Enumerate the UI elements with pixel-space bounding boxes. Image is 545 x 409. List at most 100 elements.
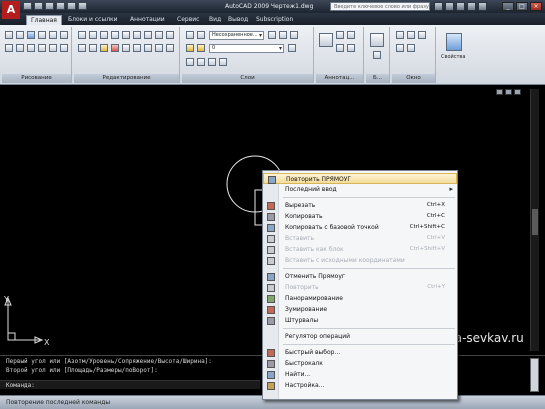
- stretch-icon[interactable]: [155, 31, 163, 39]
- plot-icon[interactable]: [78, 2, 87, 10]
- arc-icon[interactable]: [38, 31, 46, 39]
- menu-item[interactable]: Копировать Ctrl+C: [263, 211, 457, 222]
- menu-item[interactable]: Зумирование: [263, 304, 457, 315]
- dimension-icon[interactable]: [336, 31, 344, 39]
- menu-item[interactable]: Найти...: [263, 369, 457, 380]
- line-icon[interactable]: [5, 31, 13, 39]
- polyline-icon[interactable]: [16, 31, 24, 39]
- draw-panel-title[interactable]: Рисование: [2, 74, 71, 83]
- vertical-scrollbar[interactable]: [530, 89, 539, 351]
- command-scrollbar[interactable]: [530, 358, 539, 392]
- lock-icon[interactable]: [396, 44, 404, 52]
- chamfer-icon[interactable]: [155, 44, 163, 52]
- menu-item[interactable]: Вырезать Ctrl+X: [263, 200, 457, 211]
- menu-item[interactable]: Повторить ПРЯМОУГ: [263, 173, 457, 184]
- viewport-close-icon[interactable]: [514, 89, 521, 95]
- layer-dropdown[interactable]: 0: [209, 44, 284, 53]
- multiline-text-icon[interactable]: [319, 33, 333, 47]
- trim-icon[interactable]: [78, 44, 86, 52]
- open-icon[interactable]: [34, 2, 43, 10]
- tab-annotate[interactable]: Аннотации: [126, 15, 169, 25]
- layers-panel-title[interactable]: Слои: [182, 74, 313, 83]
- tab-tools[interactable]: Сервис: [173, 15, 203, 25]
- text-icon[interactable]: [60, 44, 68, 52]
- command-input[interactable]: Команда:: [0, 380, 260, 389]
- circle-icon[interactable]: [27, 31, 35, 39]
- region-icon[interactable]: [38, 44, 46, 52]
- viewport-minimize-icon[interactable]: [496, 89, 503, 95]
- ellipse-icon[interactable]: [16, 44, 24, 52]
- tab-view[interactable]: Вид: [205, 15, 225, 25]
- leader-icon[interactable]: [347, 31, 355, 39]
- rotate-icon[interactable]: [89, 31, 97, 39]
- layer-state-icon[interactable]: [197, 31, 205, 39]
- menu-item[interactable]: Быстрокалк: [263, 358, 457, 369]
- layer-state-dropdown[interactable]: Несохраненное...: [209, 31, 264, 40]
- extend-icon[interactable]: [89, 44, 97, 52]
- layer-isolate-icon[interactable]: [279, 31, 287, 39]
- sun-icon[interactable]: [197, 44, 205, 52]
- new-icon[interactable]: [23, 2, 32, 10]
- spline-icon[interactable]: [5, 44, 13, 52]
- restore-button[interactable]: □: [516, 2, 528, 11]
- menu-item[interactable]: Быстрый выбор...: [263, 347, 457, 358]
- annotation-panel-title[interactable]: Аннотац...: [316, 74, 363, 83]
- blocks-panel-title[interactable]: Б...: [366, 74, 389, 83]
- lengthen-icon[interactable]: [166, 44, 174, 52]
- explode-icon[interactable]: [122, 44, 130, 52]
- erase-icon[interactable]: [111, 44, 119, 52]
- rectangle-icon[interactable]: [49, 31, 57, 39]
- save-icon[interactable]: [45, 2, 54, 10]
- copy-object-icon[interactable]: [100, 31, 108, 39]
- join-icon[interactable]: [144, 44, 152, 52]
- tab-output[interactable]: Вывод: [224, 15, 252, 25]
- break-icon[interactable]: [133, 44, 141, 52]
- mirror-icon[interactable]: [111, 31, 119, 39]
- menu-item[interactable]: Регулятор операций: [263, 331, 457, 342]
- viewport-restore-icon[interactable]: [505, 89, 512, 95]
- favorites-icon[interactable]: [467, 2, 476, 11]
- undo-icon[interactable]: [56, 2, 65, 10]
- redo-icon[interactable]: [67, 2, 76, 10]
- binoculars-icon[interactable]: [434, 2, 443, 11]
- tab-blocks[interactable]: Блоки и ссылки: [64, 15, 122, 25]
- table-icon[interactable]: [49, 44, 57, 52]
- layer-previous-icon[interactable]: [268, 31, 276, 39]
- layer-properties-icon[interactable]: [186, 31, 194, 39]
- insert-block-icon[interactable]: [370, 33, 384, 47]
- subscription-icon[interactable]: [445, 2, 454, 11]
- scrollbar-thumb[interactable]: [532, 209, 538, 235]
- communication-icon[interactable]: [456, 2, 465, 11]
- layer-lock-icon[interactable]: [197, 58, 205, 66]
- tile-icon[interactable]: [407, 31, 415, 39]
- point-icon[interactable]: [27, 44, 35, 52]
- layer-off-icon[interactable]: [186, 58, 194, 66]
- hatch-icon[interactable]: [60, 31, 68, 39]
- app-menu-button[interactable]: A: [2, 1, 20, 19]
- search-input[interactable]: Введите ключевое слово или фразу: [330, 2, 430, 11]
- menu-item[interactable]: Последний ввод ▸: [263, 184, 457, 195]
- menu-item[interactable]: Отменить Прямоуг: [263, 271, 457, 282]
- toolbar-icon[interactable]: [407, 44, 415, 52]
- scale-icon[interactable]: [144, 31, 152, 39]
- lightbulb-icon[interactable]: [186, 44, 194, 52]
- layer-walk-icon[interactable]: [219, 58, 227, 66]
- create-block-icon[interactable]: [373, 51, 381, 59]
- menu-item[interactable]: Панорамирование: [263, 293, 457, 304]
- close-button[interactable]: ×: [530, 2, 542, 11]
- make-current-icon[interactable]: [288, 44, 296, 52]
- text-style-icon[interactable]: [347, 44, 355, 52]
- offset-icon[interactable]: [166, 31, 174, 39]
- switch-window-icon[interactable]: [396, 31, 404, 39]
- properties-label[interactable]: Свойства: [441, 54, 465, 60]
- table-tool-icon[interactable]: [336, 44, 344, 52]
- tab-subscription[interactable]: Subscription: [252, 15, 297, 25]
- properties-icon[interactable]: [446, 33, 462, 51]
- minimize-button[interactable]: _: [502, 2, 514, 11]
- menu-item[interactable]: Штурвалы: [263, 315, 457, 326]
- cascade-icon[interactable]: [418, 31, 426, 39]
- help-icon[interactable]: [478, 2, 487, 11]
- menu-item[interactable]: Копировать с базовой точкой Ctrl+Shift+C: [263, 222, 457, 233]
- fillet-icon[interactable]: [122, 31, 130, 39]
- menu-item[interactable]: Настройка...: [263, 380, 457, 391]
